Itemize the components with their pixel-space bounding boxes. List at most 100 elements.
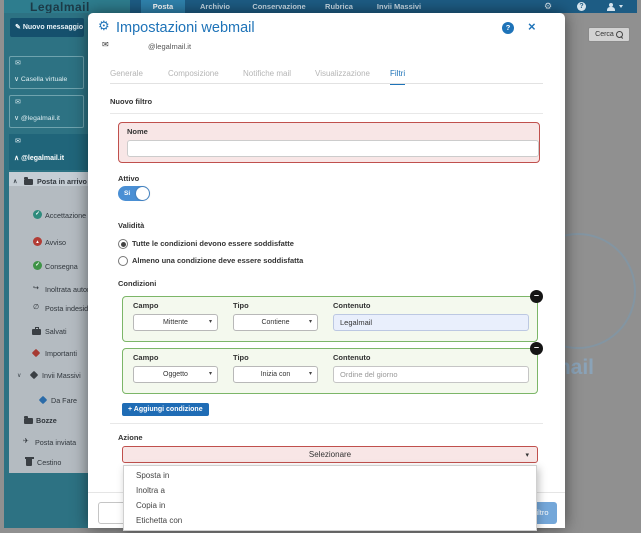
folder-posta-inviata[interactable]: ✈ Posta inviata [9,436,88,450]
tag-icon [30,371,38,379]
account-email: @legalmail.it [148,42,191,51]
help-icon[interactable]: ? [577,2,586,11]
tab-visualizzazione[interactable]: Visualizzazione [315,69,370,83]
tipo-label: Tipo [233,301,249,310]
nome-input[interactable] [127,140,539,157]
remove-condition-button[interactable]: – [530,342,543,355]
envelope-icon: ✉ [15,59,21,67]
folder-bozze[interactable]: Bozze [9,414,88,428]
account-legalmail-1[interactable]: ✉ ∨ @legalmail.it [9,95,84,128]
tag-icon [39,396,47,404]
attivo-toggle[interactable]: Si [118,186,150,201]
divider [110,113,543,114]
webmail-window: Legalmail Posta Archivio Conservazione R… [0,0,641,533]
folder-cestino[interactable]: Cestino [9,456,88,470]
radio-selected-icon[interactable] [118,239,128,249]
chevron-down-icon[interactable]: ∨ [14,115,19,122]
menu-item-sposta-in[interactable]: Sposta in [124,468,536,483]
search-button[interactable]: Cerca [588,27,630,42]
briefcase-icon [32,329,41,335]
check-icon: ✓ [33,261,42,270]
folder-accettazione[interactable]: ✓ Accettazione [9,209,88,223]
envelope-icon: ✉ [15,98,21,106]
radio-unselected-icon[interactable] [118,256,128,266]
nome-label: Nome [127,127,148,136]
attivo-label: Attivo [118,174,139,183]
folder-invii-massivi[interactable]: ∨ Invii Massivi [9,369,88,383]
caret-down-icon: ▾ [309,315,312,330]
trash-icon [26,459,32,466]
chevron-up-icon[interactable]: ∧ [13,178,17,185]
chevron-down-icon[interactable]: ∨ [17,372,21,379]
contenuto-label: Contenuto [333,301,371,310]
folder-salvati[interactable]: Salvati [9,325,88,339]
add-condition-button[interactable]: + Aggiungi condizione [122,403,209,416]
nav-item-archivio[interactable]: Archivio [193,0,237,13]
folder-importanti[interactable]: Importanti [9,347,88,361]
tab-notifiche-mail[interactable]: Notifiche mail [243,69,291,83]
settings-modal: ⚙ Impostazioni webmail ? × ✉ @legalmail.… [88,13,565,528]
folder-posta-in-arrivo[interactable]: ∧ Posta in arrivo [9,172,88,186]
legalmail-logo: Legalmail [30,0,90,14]
azione-select[interactable]: Selezionare ▾ [122,446,538,463]
tab-composizione[interactable]: Composizione [168,69,219,83]
menu-item-etichetta-con[interactable]: Etichetta con [124,513,536,528]
nome-field-group: Nome [118,122,540,163]
toggle-knob [136,187,149,200]
modal-help-icon[interactable]: ? [502,22,514,34]
menu-item-copia-in[interactable]: Copia in [124,498,536,513]
check-icon: ✓ [33,210,42,219]
caret-down-icon: ▾ [309,367,312,382]
new-message-button[interactable]: ✎ Nuovo messaggio [10,18,84,37]
validita-label: Validità [118,221,144,230]
modal-title: Impostazioni webmail [116,20,255,36]
nav-item-rubrica[interactable]: Rubrica [318,0,360,13]
user-icon[interactable] [607,3,615,11]
campo-select[interactable]: Mittente▾ [133,314,218,331]
menu-item-inoltra-a[interactable]: Inoltra a [124,483,536,498]
contenuto-input[interactable] [333,366,529,383]
close-icon[interactable]: × [528,19,536,34]
plane-icon: ✈ [23,437,29,446]
nav-item-conservazione[interactable]: Conservazione [246,0,312,13]
caret-down-icon: ▾ [209,367,212,382]
section-title: Nuovo filtro [110,97,152,106]
tipo-select[interactable]: Inizia con▾ [233,366,318,383]
caret-down-icon: ▾ [209,315,212,330]
condition-card-2: – Campo Tipo Contenuto Oggetto▾ Inizia c… [122,348,538,394]
compose-icon: ✎ [15,24,21,31]
nav-item-posta[interactable]: Posta [141,0,185,13]
envelope-icon: ✉ [15,137,21,145]
blocked-icon: ∅ [33,303,39,312]
folder-inoltrata[interactable]: ↪ Inoltrata automaticamente [9,283,88,297]
nav-item-invii-massivi[interactable]: Invii Massivi [370,0,428,13]
alert-icon: ▲ [33,237,42,246]
contenuto-input[interactable] [333,314,529,331]
folder-icon [24,418,33,424]
folder-consegna[interactable]: ✓ Consegna [9,260,88,274]
gear-icon[interactable]: ⚙ [544,1,552,12]
chevron-up-icon[interactable]: ∧ [14,155,19,162]
folder-icon [24,179,33,185]
account-legalmail-selected[interactable]: ✉ ∧ @legalmail.it [9,134,88,170]
campo-select[interactable]: Oggetto▾ [133,366,218,383]
azione-dropdown-menu: Sposta in Inoltra a Copia in Etichetta c… [123,465,537,531]
tabs-divider [110,83,543,84]
forward-icon: ↪ [33,284,39,293]
chevron-down-icon [619,5,623,8]
account-casella-virtuale[interactable]: ✉ ∨ Casella virtuale [9,56,84,89]
contenuto-label: Contenuto [333,353,371,362]
chevron-down-icon[interactable]: ∨ [14,76,19,83]
folder-sidebar: ✎ Nuovo messaggio ✉ ∨ Casella virtuale ✉… [4,13,88,528]
folder-posta-indesiderata[interactable]: ∅ Posta indesiderata [9,302,88,316]
toggle-on-label: Si [124,190,130,197]
folder-avviso[interactable]: ▲ Avviso [9,236,88,250]
folder-da-fare[interactable]: Da Fare [9,394,88,408]
campo-label: Campo [133,353,158,362]
search-icon [616,31,623,38]
condizioni-label: Condizioni [118,279,156,288]
remove-condition-button[interactable]: – [530,290,543,303]
tab-generale[interactable]: Generale [110,69,143,83]
tag-icon [32,349,40,357]
tipo-select[interactable]: Contiene▾ [233,314,318,331]
